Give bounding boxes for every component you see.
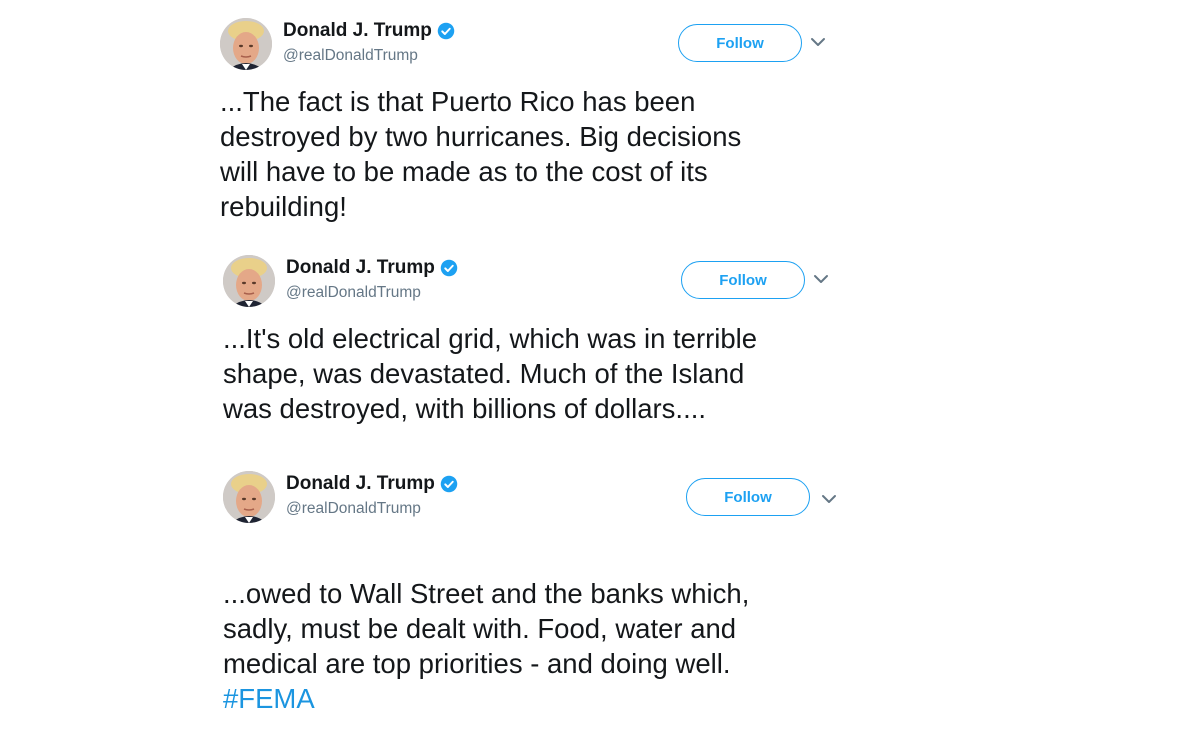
- author-name-text[interactable]: Donald J. Trump: [283, 20, 432, 42]
- tweet-text: ...The fact is that Puerto Rico has been…: [220, 86, 742, 222]
- author-handle[interactable]: @realDonaldTrump: [286, 500, 421, 518]
- tweet-header: Donald J. Trump @realDonaldTrump Follow: [223, 471, 863, 527]
- chevron-down-icon[interactable]: [813, 273, 829, 285]
- avatar-image: [223, 255, 275, 307]
- avatar[interactable]: [223, 255, 275, 307]
- chevron-down-icon[interactable]: [821, 493, 837, 505]
- author-name[interactable]: Donald J. Trump: [283, 20, 455, 42]
- author-name-text[interactable]: Donald J. Trump: [286, 473, 435, 495]
- avatar[interactable]: [220, 18, 272, 70]
- avatar-image: [223, 471, 275, 523]
- tweet-text: ...It's old electrical grid, which was i…: [223, 323, 758, 424]
- verified-badge-icon: [440, 259, 458, 277]
- hashtag-link[interactable]: #FEMA: [223, 681, 863, 716]
- author-handle[interactable]: @realDonaldTrump: [283, 47, 418, 65]
- author-name[interactable]: Donald J. Trump: [286, 257, 458, 279]
- tweet-2: Donald J. Trump @realDonaldTrump Follow …: [223, 255, 863, 424]
- chevron-down-icon[interactable]: [810, 36, 826, 48]
- tweet-text-body: ...owed to Wall Street and the banks whi…: [223, 578, 750, 679]
- author-name[interactable]: Donald J. Trump: [286, 473, 458, 495]
- tweet-1: Donald J. Trump @realDonaldTrump Follow …: [220, 18, 860, 222]
- follow-button[interactable]: Follow: [686, 478, 810, 516]
- follow-button[interactable]: Follow: [681, 261, 805, 299]
- avatar-image: [220, 18, 272, 70]
- author-name-text[interactable]: Donald J. Trump: [286, 257, 435, 279]
- tweet-header: Donald J. Trump @realDonaldTrump Follow: [220, 18, 860, 74]
- author-handle[interactable]: @realDonaldTrump: [286, 284, 421, 302]
- verified-badge-icon: [440, 475, 458, 493]
- verified-badge-icon: [437, 22, 455, 40]
- avatar[interactable]: [223, 471, 275, 523]
- tweet-3: Donald J. Trump @realDonaldTrump Follow …: [223, 471, 863, 714]
- tweet-text: ...owed to Wall Street and the banks whi…: [223, 541, 863, 751]
- tweet-header: Donald J. Trump @realDonaldTrump Follow: [223, 255, 863, 311]
- follow-button[interactable]: Follow: [678, 24, 802, 62]
